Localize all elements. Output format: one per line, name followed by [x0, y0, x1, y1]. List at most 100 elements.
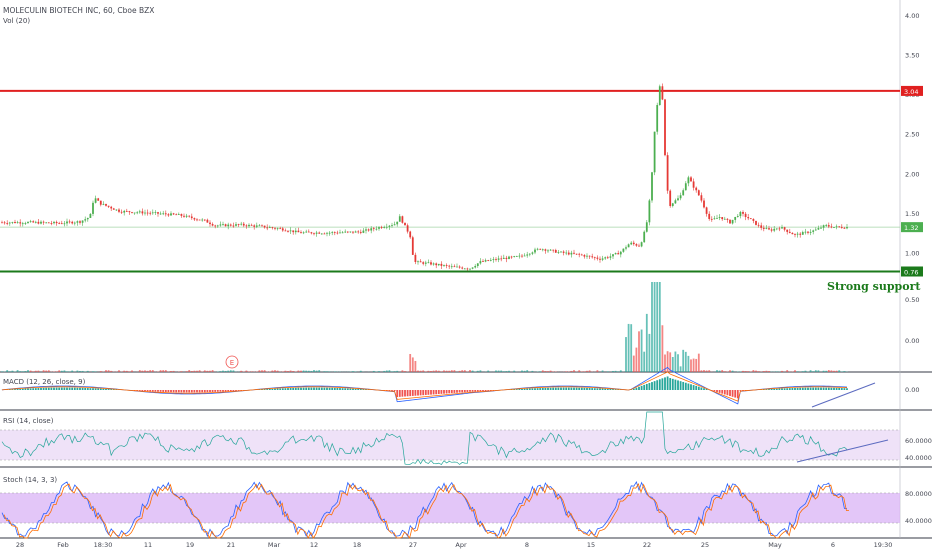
macd-histogram-bar — [149, 390, 152, 392]
volume-bar — [794, 370, 796, 372]
candle-body — [825, 225, 828, 226]
volume-bar — [203, 370, 206, 372]
macd-histogram-bar — [669, 378, 672, 390]
volume-bar — [463, 370, 466, 372]
candle-body — [435, 263, 438, 266]
candle-body — [315, 232, 318, 234]
volume-bar — [419, 370, 422, 372]
candle-body — [570, 252, 573, 255]
candle-body — [258, 225, 261, 227]
candle-body — [700, 195, 703, 201]
volume-bar — [586, 370, 588, 372]
macd-histogram-bar — [417, 390, 419, 396]
candle-body — [578, 253, 581, 255]
candle-body — [679, 195, 682, 199]
candle-body — [297, 230, 300, 233]
candle-body — [534, 249, 536, 253]
volume-bar — [677, 354, 679, 372]
candle-body — [614, 253, 617, 255]
candle-body — [812, 230, 815, 232]
macd-histogram-bar — [76, 387, 79, 390]
macd-histogram-bar — [796, 387, 799, 390]
volume-bar — [547, 371, 549, 372]
macd-histogram-bar — [37, 388, 40, 390]
volume-bar — [513, 370, 516, 372]
candle-body — [162, 213, 165, 215]
macd-histogram-bar — [284, 388, 287, 390]
candle-body — [726, 218, 729, 220]
macd-histogram-bar — [183, 390, 185, 393]
candle-body — [752, 219, 755, 221]
candle-body — [245, 225, 248, 227]
volume-bar — [151, 370, 154, 372]
macd-tick-label: 0.00 — [905, 386, 919, 394]
time-tick-label: 12 — [310, 541, 318, 549]
chart-canvas[interactable]: 4.003.503.002.502.001.501.000.500.000.00… — [0, 0, 932, 550]
candle-body — [474, 265, 477, 268]
rsi-tick-label: 40.0000 — [905, 454, 932, 462]
volume-bar — [422, 370, 425, 372]
candle-body — [372, 228, 375, 230]
volume-bar — [14, 371, 16, 372]
volume-bar — [224, 370, 227, 372]
macd-histogram-bar — [731, 390, 734, 397]
macd-histogram-bar — [102, 388, 105, 390]
macd-histogram-bar — [89, 388, 92, 390]
volume-bar — [240, 370, 243, 372]
candle-body — [729, 219, 731, 224]
volume-bar — [261, 370, 263, 372]
volume-bar — [645, 313, 648, 372]
volume-bar — [16, 370, 19, 372]
candle-body — [40, 221, 42, 224]
macd-histogram-bar — [840, 388, 843, 390]
macd-histogram-bar — [300, 387, 302, 390]
volume-bar — [825, 370, 828, 372]
macd-histogram-bar — [458, 390, 461, 393]
candle-body — [521, 255, 523, 257]
volume-bar — [328, 371, 331, 372]
candle-body — [822, 225, 825, 228]
price-tick-label: 4.00 — [905, 12, 919, 20]
horizontal-lines[interactable]: 3.04 0.76 1.32 — [0, 85, 923, 277]
macd-histogram-bar — [307, 387, 310, 390]
candle-body — [240, 223, 243, 225]
macd-histogram-bar — [830, 387, 833, 390]
candle-body — [495, 259, 497, 260]
candle-body — [193, 218, 196, 220]
candle-body — [484, 260, 487, 262]
volume-bar — [508, 370, 510, 372]
volume-bar — [729, 370, 731, 372]
candle-body — [536, 248, 539, 250]
candle-body — [422, 262, 425, 264]
candle-body — [391, 225, 393, 227]
time-tick-label: 19 — [186, 541, 194, 549]
candle-body — [710, 218, 713, 220]
macd-histogram-bar — [318, 387, 321, 390]
volume-bar — [118, 370, 120, 372]
volume-bar — [32, 371, 35, 372]
candle-body — [586, 255, 588, 257]
volume-bar — [206, 370, 209, 372]
macd-histogram-bar — [773, 388, 776, 390]
macd-histogram-bar — [289, 388, 292, 390]
candle-body — [677, 198, 679, 201]
candle-body — [1, 222, 3, 224]
symbol-title: MOLECULIN BIOTECH INC, 60, Cboe BZX — [3, 6, 155, 15]
macd-histogram-bar — [539, 388, 542, 390]
candle-body — [627, 244, 630, 248]
candle-body — [185, 215, 188, 217]
macd-histogram-bar — [146, 390, 149, 392]
volume-bar — [804, 370, 807, 372]
time-tick-label: 28 — [16, 541, 24, 549]
volume-bar — [705, 370, 708, 372]
candle-body — [518, 255, 521, 257]
candle-body — [201, 219, 204, 221]
macd-histogram-bar — [677, 380, 679, 390]
macd-histogram-bar — [645, 383, 648, 390]
macd-histogram-bar — [591, 388, 594, 390]
macd-histogram-bar — [814, 387, 817, 390]
candle-body — [502, 257, 505, 259]
candle-body — [500, 258, 503, 260]
time-tick-label: 18 — [353, 541, 361, 549]
volume-bar — [453, 370, 456, 372]
